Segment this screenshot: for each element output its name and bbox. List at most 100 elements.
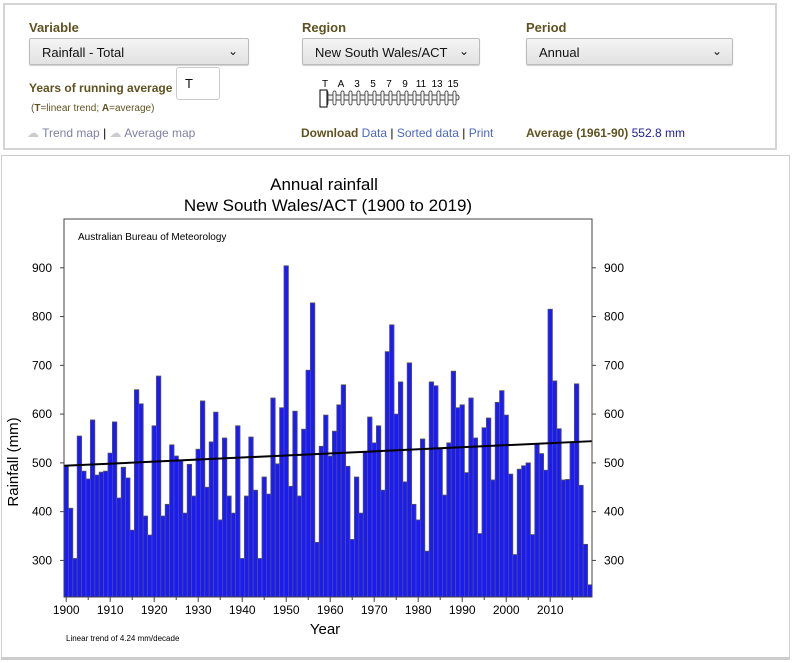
bar-1989 bbox=[455, 407, 461, 598]
bar-1913 bbox=[120, 466, 126, 598]
chart-title: Annual rainfall bbox=[270, 175, 378, 194]
variable-value: Rainfall - Total bbox=[42, 45, 125, 60]
slider-notch bbox=[428, 90, 433, 106]
region-label: Region bbox=[302, 20, 347, 35]
slider-notch bbox=[380, 90, 385, 106]
bar-1965 bbox=[349, 539, 355, 598]
bar-1980 bbox=[415, 519, 421, 598]
bar-1950 bbox=[283, 265, 289, 598]
bar-1949 bbox=[279, 407, 285, 598]
y-tick-label-right: 700 bbox=[604, 358, 624, 372]
bar-1984 bbox=[433, 385, 439, 598]
x-tick-label: 1900 bbox=[53, 603, 80, 617]
bar-1937 bbox=[226, 495, 232, 598]
bar-1951 bbox=[287, 485, 294, 598]
chart-container: Annual rainfall New South Wales/ACT (190… bbox=[1, 155, 790, 660]
running-average-hint: (T=linear trend; A=average) bbox=[31, 103, 154, 114]
bar-1997 bbox=[490, 479, 496, 598]
bar-1996 bbox=[485, 417, 492, 598]
region-select[interactable]: New South Wales/ACT ⌄ bbox=[302, 38, 480, 65]
bar-1935 bbox=[217, 519, 223, 598]
bar-1904 bbox=[81, 470, 87, 598]
bar-2016 bbox=[574, 383, 580, 598]
bar-1931 bbox=[199, 400, 206, 598]
bar-2017 bbox=[578, 484, 584, 598]
bar-1977 bbox=[402, 481, 408, 598]
y-tick-label-right: 500 bbox=[604, 456, 624, 470]
bar-1979 bbox=[411, 503, 417, 598]
bar-2015 bbox=[569, 442, 575, 598]
slider-label: 3 bbox=[354, 79, 360, 90]
slider-notch bbox=[364, 90, 369, 106]
separator: | bbox=[462, 126, 466, 140]
bar-1955 bbox=[305, 369, 311, 598]
print-link[interactable]: Print bbox=[469, 126, 494, 140]
slider-label: 9 bbox=[402, 79, 408, 90]
bar-2004 bbox=[521, 465, 527, 598]
period-label: Period bbox=[526, 20, 567, 35]
bar-1901 bbox=[68, 507, 74, 598]
bar-1976 bbox=[397, 381, 404, 598]
y-tick-label-right: 800 bbox=[604, 310, 624, 324]
trend-map-link[interactable]: Trend map bbox=[42, 126, 100, 140]
y-axis-label: Rainfall (mm) bbox=[5, 417, 22, 506]
data-link[interactable]: Data bbox=[362, 126, 387, 140]
bar-1911 bbox=[112, 421, 118, 598]
bar-1992 bbox=[468, 397, 474, 598]
hint-t-text: =linear trend; bbox=[40, 103, 102, 114]
bar-2000 bbox=[503, 414, 509, 598]
bar-1948 bbox=[274, 463, 281, 598]
bar-1939 bbox=[235, 425, 241, 598]
bar-1964 bbox=[345, 465, 351, 598]
bar-2002 bbox=[512, 554, 518, 598]
bar-1947 bbox=[270, 397, 276, 598]
bar-1912 bbox=[116, 497, 122, 598]
variable-select[interactable]: Rainfall - Total ⌄ bbox=[29, 38, 249, 65]
average-map-link[interactable]: Average map bbox=[124, 126, 195, 140]
bar-2011 bbox=[552, 380, 558, 598]
bar-1930 bbox=[195, 448, 201, 598]
bar-1967 bbox=[358, 512, 364, 598]
bar-1958 bbox=[318, 445, 325, 598]
bar-1998 bbox=[494, 401, 501, 598]
sorted-data-link[interactable]: Sorted data bbox=[397, 126, 459, 140]
bar-1940 bbox=[239, 558, 245, 598]
bar-1924 bbox=[169, 444, 175, 598]
bar-2003 bbox=[516, 468, 523, 598]
slider-notch bbox=[420, 90, 425, 106]
bar-2005 bbox=[525, 462, 531, 598]
x-tick-label: 1960 bbox=[317, 603, 344, 617]
y-tick-label-right: 600 bbox=[604, 407, 624, 421]
bar-1963 bbox=[340, 384, 347, 598]
y-tick-label: 600 bbox=[32, 407, 52, 421]
bar-1921 bbox=[155, 375, 162, 598]
x-tick-label: 1970 bbox=[361, 603, 388, 617]
y-tick-label: 900 bbox=[32, 261, 52, 275]
bar-1902 bbox=[72, 558, 78, 598]
chevron-down-icon: ⌄ bbox=[227, 44, 238, 58]
variable-label: Variable bbox=[29, 20, 79, 35]
separator: | bbox=[103, 126, 107, 140]
bar-1995 bbox=[481, 427, 487, 598]
bar-2019 bbox=[587, 584, 593, 598]
bar-1982 bbox=[424, 550, 430, 598]
slider-notch bbox=[444, 90, 449, 106]
slider-notch bbox=[452, 90, 457, 106]
bar-1926 bbox=[177, 460, 184, 598]
x-tick-label: 2000 bbox=[493, 603, 520, 617]
x-tick-label: 1940 bbox=[229, 603, 256, 617]
bar-1945 bbox=[261, 476, 267, 598]
running-average-input[interactable]: T bbox=[176, 67, 220, 100]
slider-label: 15 bbox=[447, 79, 459, 90]
bar-2012 bbox=[556, 428, 562, 598]
x-tick-label: 1930 bbox=[185, 603, 212, 617]
bar-2009 bbox=[543, 469, 549, 598]
period-select[interactable]: Annual ⌄ bbox=[526, 38, 733, 65]
bar-1906 bbox=[90, 419, 96, 598]
bar-1927 bbox=[182, 512, 188, 598]
map-links: ☁ Trend map | ☁ Average map bbox=[27, 126, 195, 140]
running-average-slider[interactable]: T A 3 5 7 9 11 13 15 bbox=[311, 75, 461, 109]
period-value: Annual bbox=[539, 45, 580, 60]
region-value: New South Wales/ACT bbox=[315, 45, 448, 60]
bar-1991 bbox=[463, 472, 470, 598]
